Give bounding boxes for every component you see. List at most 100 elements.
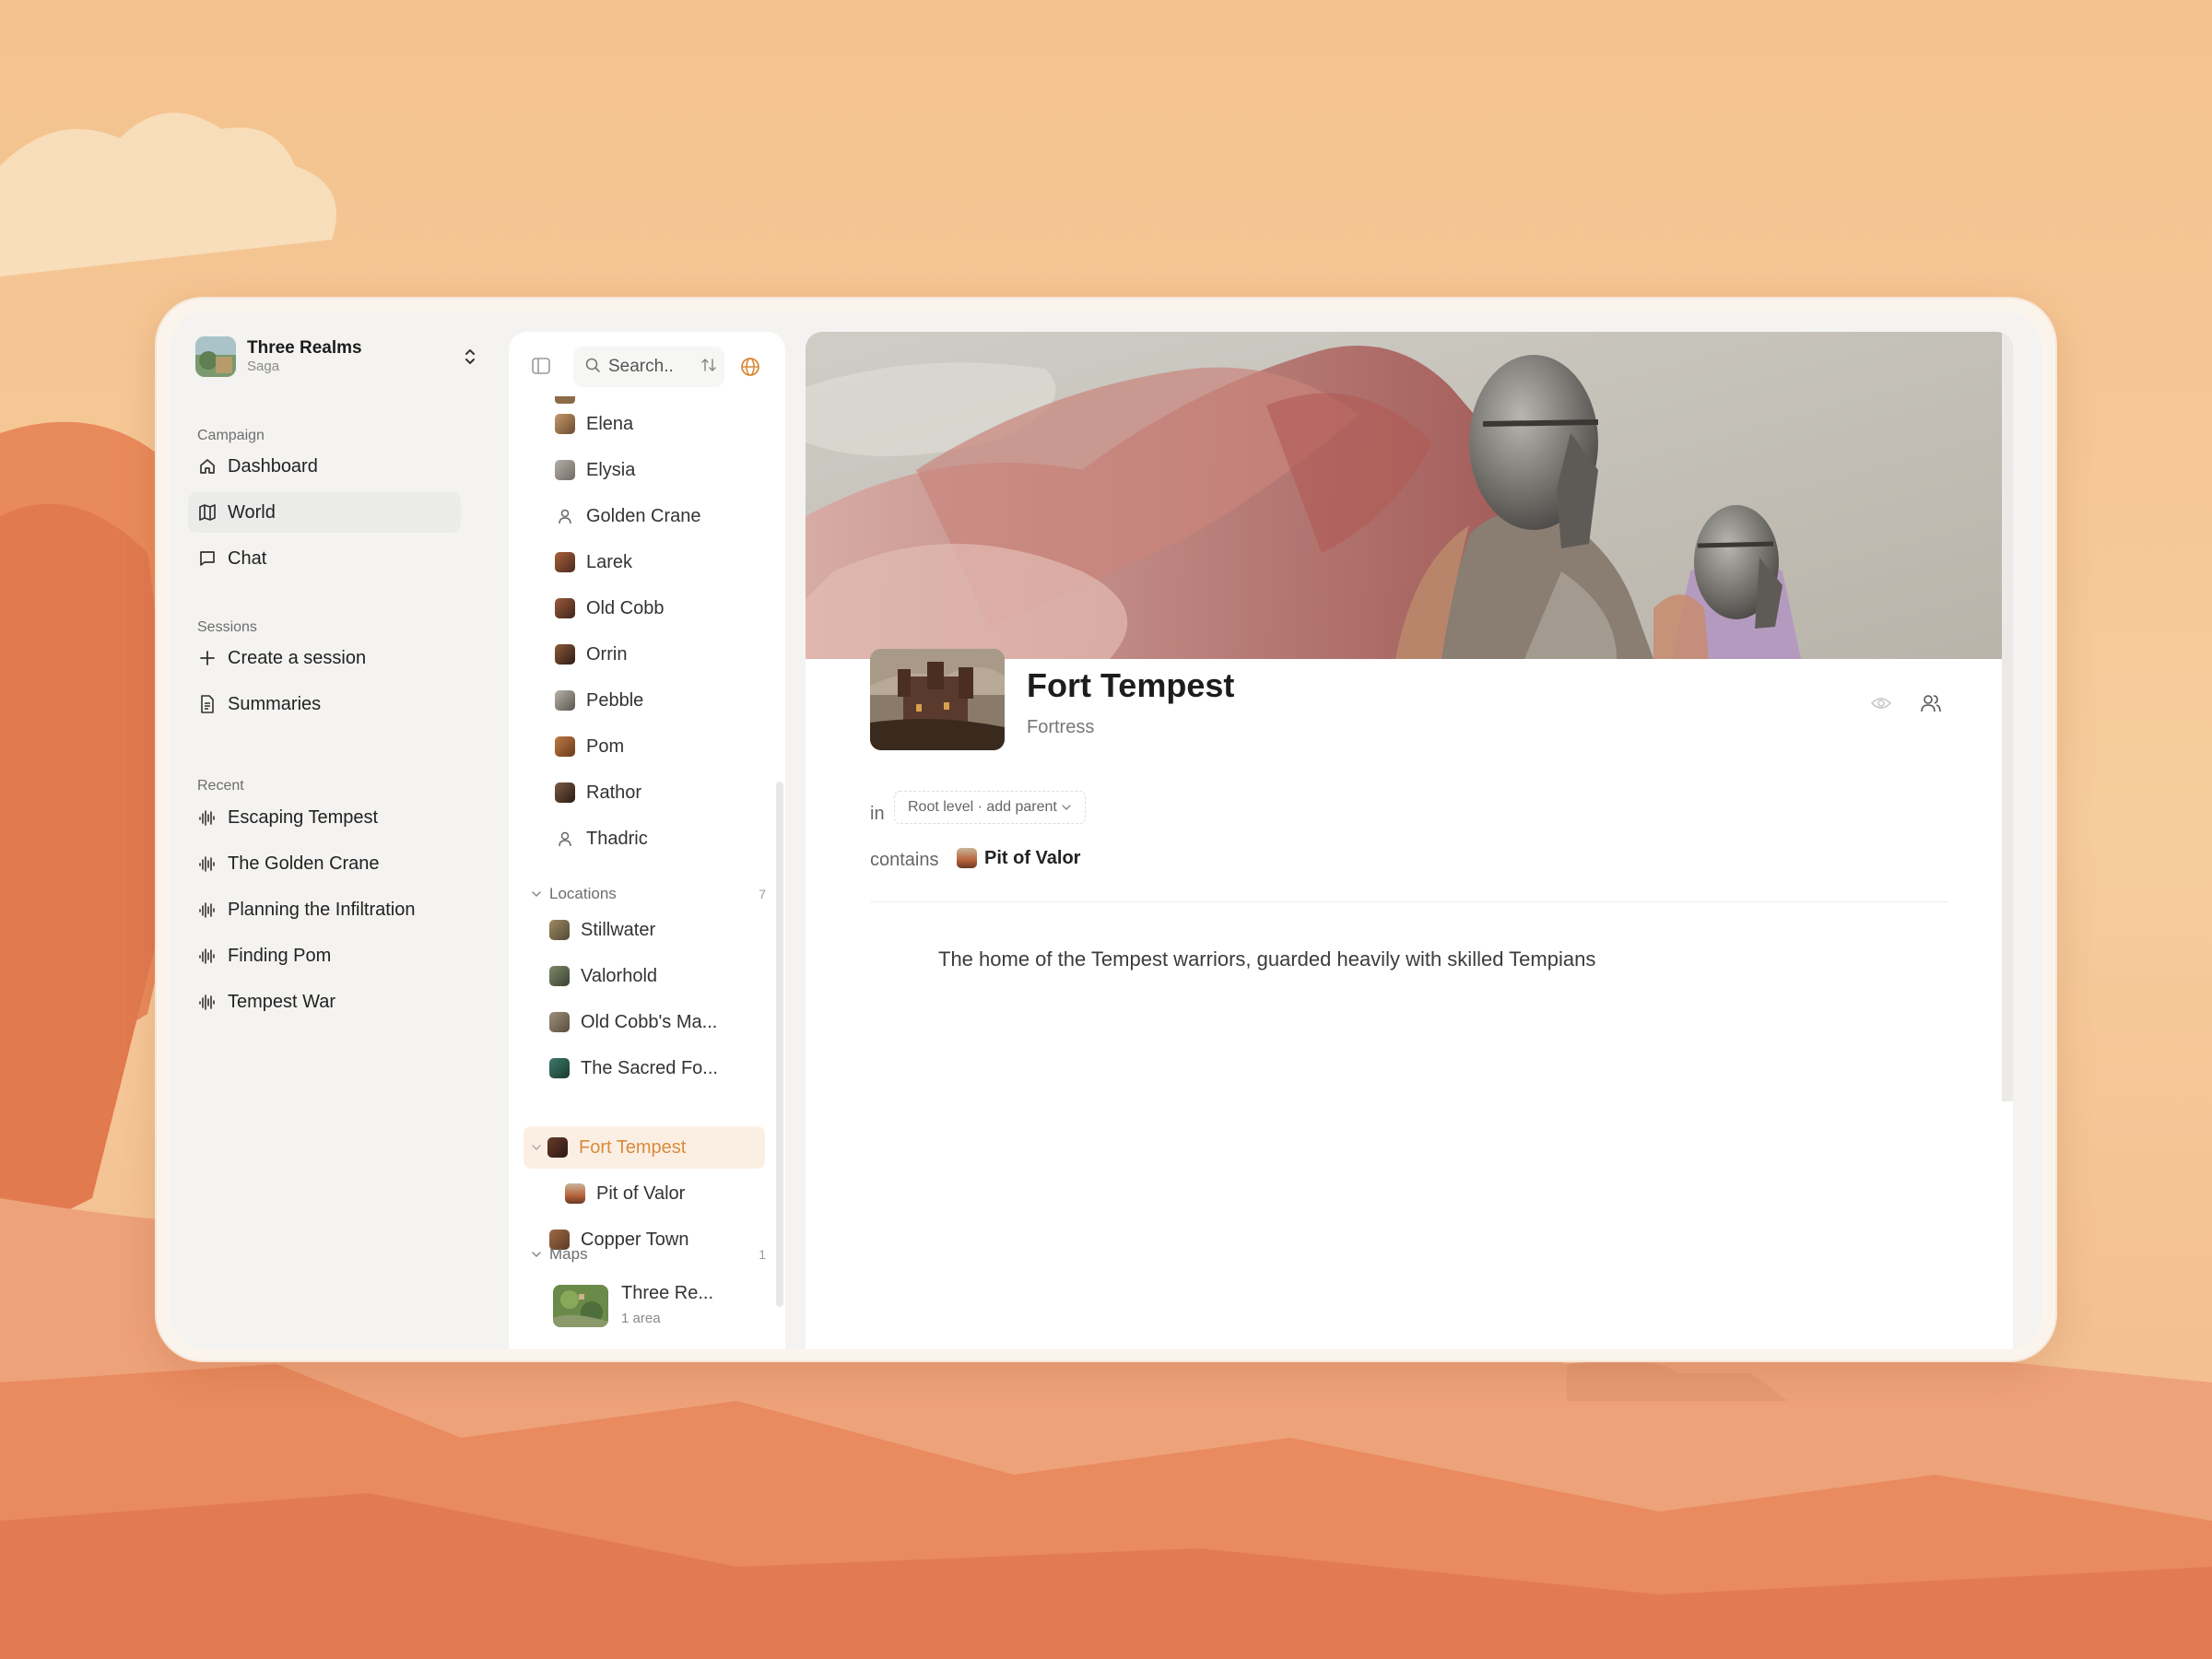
locations-group-header[interactable]: Locations 7 (531, 880, 766, 908)
nav-summaries[interactable]: Summaries (188, 684, 461, 724)
entity-title[interactable]: Fort Tempest (1027, 666, 1234, 705)
sessions-label: Sessions (197, 619, 257, 635)
main-scrollbar[interactable] (2002, 332, 2013, 1101)
tree-scrollbar[interactable] (776, 782, 783, 1307)
search-icon (584, 357, 601, 378)
tree-item-elena[interactable]: Elena (555, 404, 633, 444)
sidebar: Three Realms Saga Campaign Dashboard Wor… (170, 312, 494, 1349)
workspace-switcher[interactable]: Three Realms Saga (195, 332, 481, 382)
chat-icon (197, 548, 218, 569)
maps-group-header[interactable]: Maps 1 (531, 1241, 766, 1268)
recent-planning-infiltration[interactable]: Planning the Infiltration (188, 889, 461, 930)
recent-tempest-war[interactable]: Tempest War (188, 982, 461, 1022)
tree-item-label: Elysia (586, 459, 636, 480)
tree-item-valorhold[interactable]: Valorhold (549, 956, 657, 996)
workspace-avatar (195, 336, 236, 377)
nav-chat[interactable]: Chat (188, 538, 461, 579)
banner-image (806, 332, 2013, 659)
tree-item-pom[interactable]: Pom (555, 726, 624, 767)
recent-item-label: Finding Pom (228, 945, 332, 966)
location-thumbnail (549, 920, 570, 940)
recent-escaping-tempest[interactable]: Escaping Tempest (188, 797, 461, 838)
entity-detail-panel: Fort Tempest Fortress in Root level · ad… (806, 332, 2013, 1349)
nav-summaries-label: Summaries (228, 693, 322, 714)
tree-item-label: Stillwater (581, 919, 656, 940)
chevron-up-down-icon[interactable] (459, 346, 481, 368)
nav-chat-label: Chat (228, 547, 267, 569)
nav-dashboard[interactable]: Dashboard (188, 446, 461, 487)
recent-item-label: The Golden Crane (228, 853, 380, 874)
contains-label: contains (870, 850, 939, 870)
tree-item-thadric[interactable]: Thadric (555, 818, 648, 859)
child-link-pit-of-valor[interactable]: Pit of Valor (957, 843, 1080, 873)
character-thumbnail (555, 552, 575, 572)
chevron-down-icon (1061, 802, 1072, 813)
character-thumbnail (555, 690, 575, 711)
create-session-button[interactable]: Create a session (188, 638, 461, 678)
tree-item-orrin[interactable]: Orrin (555, 634, 627, 675)
campaign-label: Campaign (197, 428, 265, 443)
nav-world[interactable]: World (188, 492, 461, 533)
sidebar-toggle-icon[interactable] (531, 356, 551, 376)
map-name[interactable]: Three Re... (621, 1283, 713, 1304)
recent-finding-pom[interactable]: Finding Pom (188, 935, 461, 976)
chevron-down-icon (531, 1249, 542, 1260)
tree-item-golden-crane[interactable]: Golden Crane (555, 496, 701, 536)
workspace-subtitle: Saga (247, 359, 280, 374)
in-label: in (870, 804, 885, 824)
tree-item-larek[interactable]: Larek (555, 542, 632, 582)
tree-item-old-cobbs-manor[interactable]: Old Cobb's Ma... (549, 1002, 717, 1042)
parent-selector-label: Root level · add parent (908, 799, 1057, 815)
tree-item-rathor[interactable]: Rathor (555, 772, 641, 813)
audio-wave-icon (197, 900, 218, 920)
tree-item-label: Orrin (586, 643, 628, 665)
entity-description[interactable]: The home of the Tempest warriors, guarde… (938, 947, 1595, 971)
globe-icon[interactable] (739, 356, 761, 378)
audio-wave-icon (197, 992, 218, 1012)
location-thumbnail (549, 1012, 570, 1032)
entity-thumbnail[interactable] (870, 649, 1005, 750)
tree-item-label: Pebble (586, 689, 644, 711)
location-thumbnail (565, 1183, 585, 1204)
map-area-count: 1 area (621, 1311, 661, 1326)
divider (870, 901, 1948, 902)
audio-wave-icon (197, 853, 218, 874)
tree-toolbar: Search.. (509, 332, 785, 398)
tree-item-label: Thadric (586, 828, 648, 849)
sort-icon[interactable] (700, 357, 717, 378)
person-icon (555, 829, 575, 849)
maps-group-label: Maps (549, 1245, 588, 1263)
locations-count: 7 (759, 887, 766, 901)
character-thumbnail (555, 736, 575, 757)
users-icon[interactable] (1919, 691, 1943, 715)
tree-item-stillwater[interactable]: Stillwater (549, 910, 655, 950)
home-icon (197, 456, 218, 477)
entity-type[interactable]: Fortress (1027, 717, 1094, 738)
nav-dashboard-label: Dashboard (228, 455, 318, 477)
tree-item-fort-tempest[interactable]: Fort Tempest (531, 1127, 686, 1168)
search-placeholder: Search.. (608, 357, 674, 376)
character-thumbnail (555, 414, 575, 434)
character-thumbnail (555, 782, 575, 803)
tree-item-pebble[interactable]: Pebble (555, 680, 643, 721)
map-thumbnail[interactable] (553, 1285, 608, 1327)
eye-icon[interactable] (1869, 691, 1893, 715)
tree-item-old-cobb[interactable]: Old Cobb (555, 588, 665, 629)
tree-item-elysia[interactable]: Elysia (555, 450, 635, 490)
recent-golden-crane[interactable]: The Golden Crane (188, 843, 461, 884)
search-input[interactable]: Search.. (573, 347, 724, 387)
tree-item-label: Pit of Valor (596, 1182, 686, 1204)
parent-selector[interactable]: Root level · add parent (894, 791, 1086, 824)
location-thumbnail (549, 1058, 570, 1078)
tree-item-label: Old Cobb's Ma... (581, 1011, 718, 1032)
tree-item-pit-of-valor[interactable]: Pit of Valor (565, 1173, 685, 1214)
create-session-label: Create a session (228, 647, 367, 668)
app-window-inner: Three Realms Saga Campaign Dashboard Wor… (170, 312, 2042, 1349)
app-window: Three Realms Saga Campaign Dashboard Wor… (155, 297, 2057, 1362)
tree-item-sacred-forest[interactable]: The Sacred Fo... (549, 1048, 718, 1088)
location-thumbnail (957, 848, 977, 868)
person-icon (555, 506, 575, 526)
recent-item-label: Planning the Infiltration (228, 899, 416, 920)
audio-wave-icon (197, 946, 218, 966)
nav-world-label: World (228, 501, 276, 523)
